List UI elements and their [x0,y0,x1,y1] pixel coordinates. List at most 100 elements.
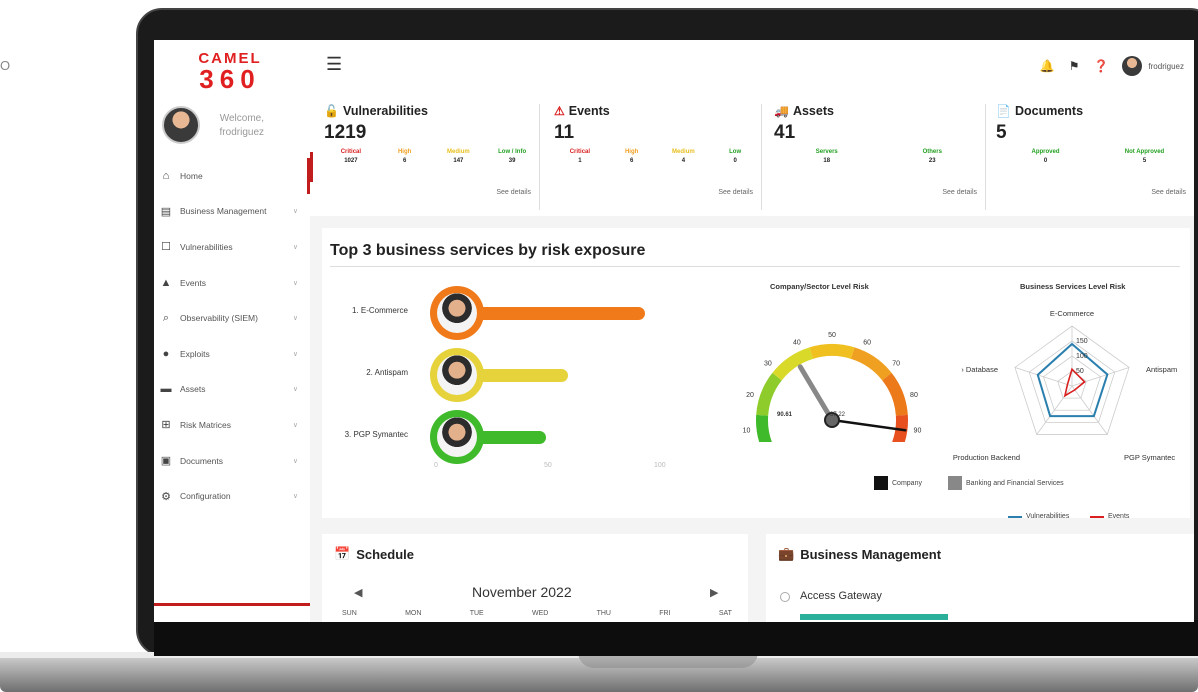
sidebar-item-business-management[interactable]: ▤ Business Management ∨ [154,194,310,230]
app-logo[interactable]: CAMEL 360 [190,50,270,94]
schedule-card: 📅 Schedule ◀ November 2022 ▶ SUN MON TUE WED… [322,534,748,622]
assets-title: 🚚 Assets [774,104,985,118]
active-indicator [310,152,313,182]
axis-tick: 0 [434,462,438,469]
chevron-down-icon: ∨ [292,208,298,216]
gauge-tick: 30 [764,361,772,368]
business-management-card: 💼 Business Management Access Gateway [766,534,1194,622]
flag-icon[interactable]: ⚑ [1069,59,1080,73]
sidebar-item-label: Observability (SIEM) [180,313,258,324]
service-label: 3. PGP Symantec [344,430,408,439]
sidebar-item-home[interactable]: ⌂ Home [154,158,310,194]
cogs-icon: ⚙ [161,490,171,503]
user-profile: Welcome, frodriguez [160,106,310,150]
legend-line [1008,515,1022,518]
radar-chart: 150 100 50 E-Commerce Antispam PGP Symantec Pr… [953,309,1177,462]
radar-title: Business Services Level Risk [1020,282,1126,291]
events-title: ⚠ Events [554,104,761,118]
chevron-down-icon: ∨ [292,315,298,323]
events-level: Critical 1 [554,148,606,166]
gauge-needle [797,364,835,423]
briefcase-icon: 💼 [778,546,795,561]
service-bar[interactable] [458,307,645,320]
assets-level: Others 23 [880,148,986,166]
events-level: Medium 4 [658,148,710,166]
gauge-needle [830,418,907,432]
document-icon: ▣ [160,455,172,468]
top-username[interactable]: frodriguez [1148,62,1184,71]
logo-bottom: 360 [199,64,261,94]
gauge-arc [882,372,908,416]
vulnerabilities-level: Low / Info 39 [485,148,539,166]
prev-month-button[interactable]: ◀ [354,586,362,599]
bell-icon[interactable]: 🔔 [1040,59,1055,73]
service-label: 2. Antispam [366,368,408,377]
level-value: 147 [453,158,464,164]
documents-see-details-link[interactable]: See details [1151,189,1186,196]
help-icon[interactable]: ❓ [1093,59,1108,73]
weekday-label: THU [596,610,611,617]
level-value: 23 [928,158,936,164]
unlock-icon: ☐ [161,241,171,254]
person-icon [437,417,477,457]
welcome-label: Welcome, [219,113,264,124]
top-avatar[interactable] [1122,56,1143,76]
events-icon: ⚠ [554,104,565,118]
assets-see-details-link[interactable]: See details [942,189,977,196]
next-month-button[interactable]: ▶ [710,586,718,599]
warning-icon: ▲ [160,276,172,289]
sidebar-divider [154,603,310,606]
legend-line [1090,515,1104,518]
level-value: 0 [733,158,737,164]
grid-icon: ⊞ [161,419,171,432]
radar-axis-label: › Database [961,365,998,374]
screen: CAMEL 360 Welcome, frodriguez ⌂ Home ▤ Busi… [154,40,1194,622]
business-item-bar [800,614,948,620]
events-see-details-link[interactable]: See details [718,189,753,196]
sidebar-item-events[interactable]: ▲ Events ∨ [154,265,310,301]
vulnerabilities-icon: 🔓 [324,104,339,118]
sidebar-item-configuration[interactable]: ⚙ Configuration ∨ [154,478,310,514]
level-label: Critical [569,149,591,155]
welcome-username: frodriguez [219,127,264,138]
level-value: 6 [629,158,634,164]
avatar [162,106,200,144]
sidebar-item-documents[interactable]: ▣ Documents ∨ [154,443,310,479]
radar-axis-label: Antispam [1146,365,1177,374]
gauge-tick: 50 [828,332,836,339]
radar-axis-label: Production Backend [953,453,1020,462]
events-count: 11 [554,122,575,143]
gauge-title: Company/Sector Level Risk [770,282,869,291]
sidebar-item-label: Events [180,277,206,288]
level-label: High [624,149,639,155]
vulnerabilities-title: 🔓 Vulnerabilities [324,104,539,118]
sidebar-item-risk-matrices[interactable]: ⊞ Risk Matrices ∨ [154,407,310,443]
documents-level: Not Approved 5 [1095,148,1194,166]
level-label: Low [729,149,742,155]
vulnerabilities-see-details-link[interactable]: See details [496,189,531,196]
chevron-down-icon: ∨ [292,243,298,251]
sidebar-item-assets[interactable]: ▬ Assets ∨ [154,372,310,408]
documents-card: 📄 Documents 5 Approved 0 Not Approved 5 See det… [996,104,1194,210]
sidebar-item-vulnerabilities[interactable]: ☐ Vulnerabilities ∨ [154,229,310,265]
business-management-title: 💼 Business Management [778,546,941,562]
stray-text: O [0,58,11,73]
assets-level: Servers 18 [774,148,880,166]
sidebar-item-observability-siem[interactable]: ⌕ Observability (SIEM) ∨ [154,300,310,336]
weekday-label: TUE [469,610,484,617]
sidebar-item-exploits[interactable]: ● Exploits ∨ [154,336,310,372]
sidebar-item-label: Business Management [180,206,267,217]
business-item[interactable]: Access Gateway [800,590,882,602]
vulnerabilities-title-text: Vulnerabilities [342,104,428,118]
sidebar-item-label: Vulnerabilities [180,241,233,252]
menu-icon[interactable]: ☰ [326,54,342,75]
calendar-icon: 📅 [334,546,351,561]
briefcase-icon: ▤ [160,205,172,218]
service-label: 1. E-Commerce [351,306,408,315]
documents-title-text: Documents [1014,104,1084,118]
weekday-label: MON [405,610,422,617]
level-value: 1 [578,158,582,164]
events-level: Low 0 [709,148,761,166]
sidebar-item-label: Home [180,170,203,181]
schedule-title: 📅 Schedule [334,546,414,562]
